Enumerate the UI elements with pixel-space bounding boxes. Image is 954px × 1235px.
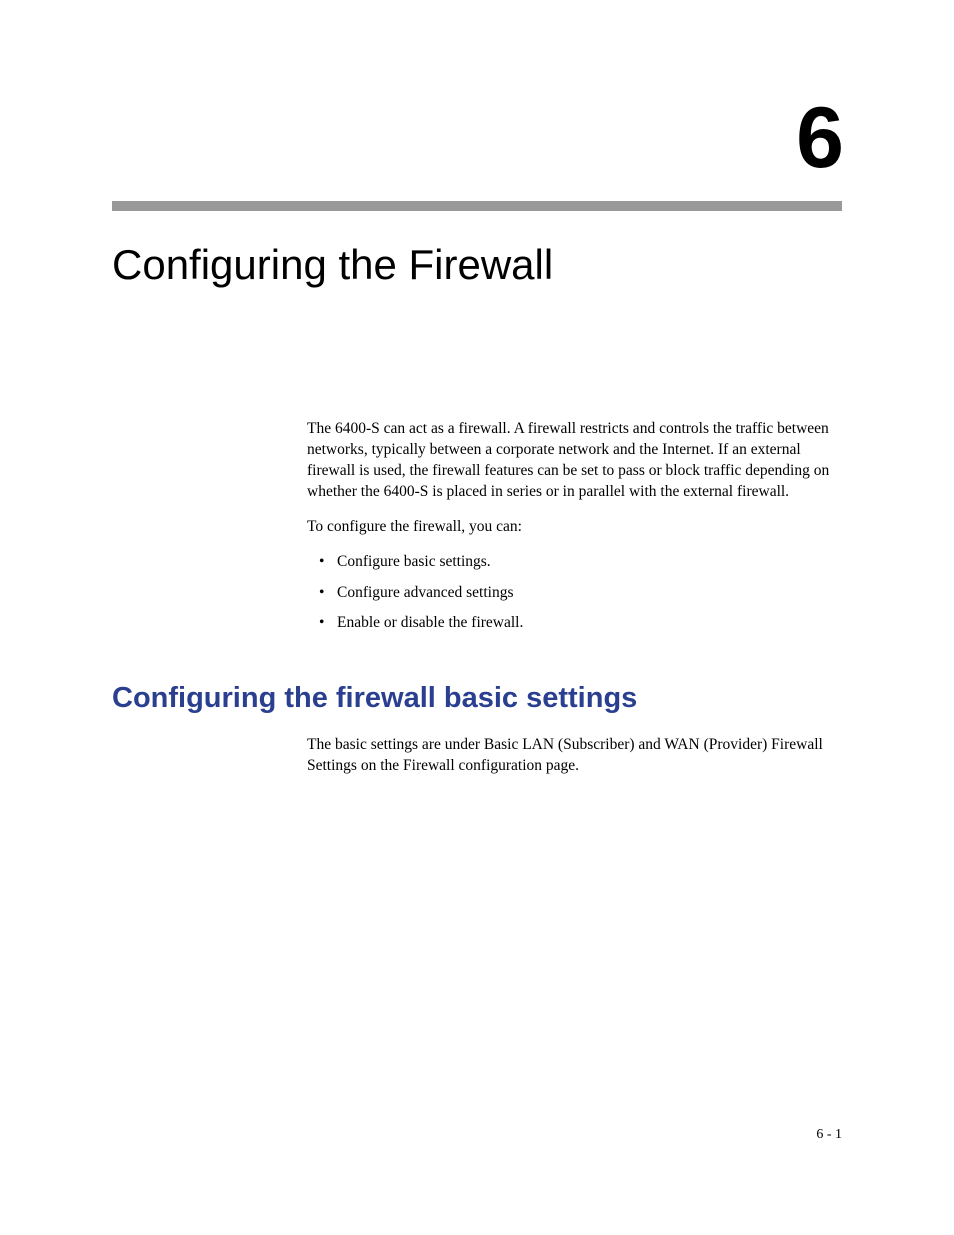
bullet-item: Configure advanced settings [307,583,842,604]
intro-bullet-list: Configure basic settings. Configure adva… [307,552,842,635]
intro-paragraph-2: To configure the firewall, you can: [307,517,842,538]
chapter-number: 6 [112,95,842,181]
section-heading: Configuring the firewall basic settings [112,682,842,715]
chapter-divider [112,201,842,211]
bullet-item: Configure basic settings. [307,552,842,573]
page-number: 6 - 1 [816,1127,842,1143]
bullet-item: Enable or disable the firewall. [307,613,842,634]
section-paragraph: The basic settings are under Basic LAN (… [307,735,842,777]
chapter-title: Configuring the Firewall [112,241,842,289]
intro-paragraph-1: The 6400-S can act as a firewall. A fire… [307,419,842,503]
